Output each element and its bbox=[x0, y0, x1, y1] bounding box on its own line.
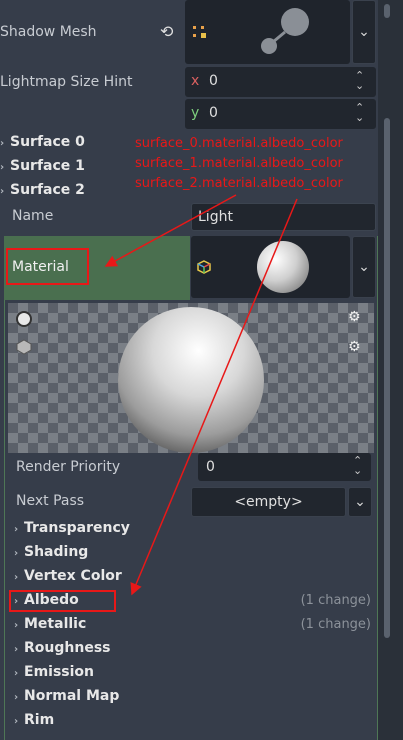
annotation-arrows bbox=[104, 194, 298, 596]
arrow-to-albedo bbox=[130, 198, 298, 596]
arrow-to-material bbox=[104, 194, 237, 267]
